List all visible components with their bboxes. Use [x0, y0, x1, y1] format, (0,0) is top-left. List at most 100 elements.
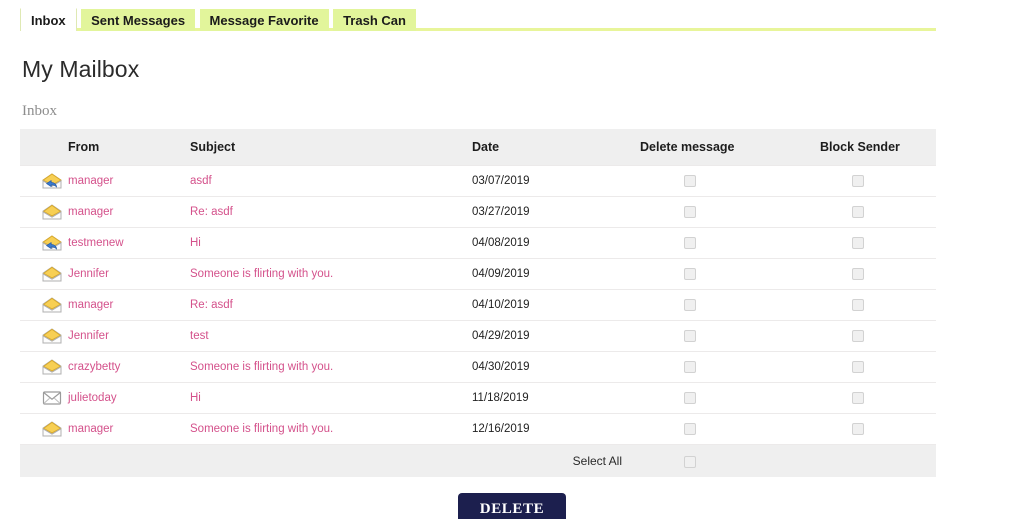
message-subject-cell: Re: asdf: [190, 196, 472, 228]
message-date-cell: 03/27/2019: [472, 196, 640, 228]
subject-link[interactable]: test: [190, 330, 209, 342]
table-row: manager asdf 03/07/2019: [20, 165, 936, 197]
delete-message-cell: [640, 351, 820, 383]
message-subject-cell: Someone is flirting with you.: [190, 258, 472, 290]
tab-inbox[interactable]: Inbox: [20, 8, 77, 31]
sender-link[interactable]: julietoday: [68, 392, 117, 404]
block-sender-cell: [820, 413, 936, 445]
message-date-cell: 04/09/2019: [472, 258, 640, 290]
message-from-cell: manager: [68, 289, 190, 321]
select-all-empty-cell: [820, 444, 936, 477]
sender-link[interactable]: manager: [68, 206, 113, 218]
message-from-cell: Jennifer: [68, 258, 190, 290]
message-subject-cell: Re: asdf: [190, 289, 472, 321]
delete-button[interactable]: DELETE: [457, 493, 567, 519]
block-sender-checkbox[interactable]: [852, 267, 864, 280]
message-date-cell: 04/29/2019: [472, 320, 640, 352]
message-status-cell: [20, 165, 68, 197]
delete-message-cell: [640, 258, 820, 290]
block-sender-checkbox[interactable]: [852, 422, 864, 435]
action-row: DELETE: [0, 493, 1024, 519]
subject-link[interactable]: Someone is flirting with you.: [190, 423, 333, 435]
table-body: manager asdf 03/07/2019 manager Re: asdf 03/2…: [20, 165, 936, 445]
table-header-row: From Subject Date Delete message Block S…: [20, 129, 936, 166]
message-date-cell: 04/30/2019: [472, 351, 640, 383]
delete-message-checkbox[interactable]: [684, 391, 696, 404]
subject-link[interactable]: Hi: [190, 392, 201, 404]
envelope-open-icon: [42, 328, 62, 344]
table-footer: Select All: [20, 444, 936, 477]
sender-link[interactable]: manager: [68, 299, 113, 311]
delete-message-checkbox[interactable]: [684, 205, 696, 218]
message-subject-cell: Hi: [190, 382, 472, 414]
message-subject-cell: Someone is flirting with you.: [190, 413, 472, 445]
block-sender-cell: [820, 382, 936, 414]
sender-link[interactable]: manager: [68, 175, 113, 187]
subject-link[interactable]: Someone is flirting with you.: [190, 268, 333, 280]
message-status-cell: [20, 258, 68, 290]
table-row: crazybetty Someone is flirting with you. 0…: [20, 351, 936, 383]
envelope-open-icon: [42, 297, 62, 313]
message-date-cell: 11/18/2019: [472, 382, 640, 414]
envelope-open-icon: [42, 266, 62, 282]
table-row: manager Re: asdf 04/10/2019: [20, 289, 936, 321]
sender-link[interactable]: Jennifer: [68, 268, 109, 280]
tab-trash-can[interactable]: Trash Can: [333, 9, 416, 31]
message-subject-cell: asdf: [190, 165, 472, 197]
block-sender-cell: [820, 320, 936, 352]
table-row: manager Someone is flirting with you. 12/1…: [20, 413, 936, 445]
delete-message-checkbox[interactable]: [684, 298, 696, 311]
delete-message-checkbox[interactable]: [684, 174, 696, 187]
message-subject-cell: Hi: [190, 227, 472, 259]
envelope-open-replied-icon: [42, 173, 62, 189]
block-sender-checkbox[interactable]: [852, 329, 864, 342]
select-all-checkbox[interactable]: [684, 455, 696, 468]
block-sender-checkbox[interactable]: [852, 205, 864, 218]
message-date-cell: 03/07/2019: [472, 165, 640, 197]
block-sender-checkbox[interactable]: [852, 391, 864, 404]
block-sender-checkbox[interactable]: [852, 174, 864, 187]
delete-message-cell: [640, 289, 820, 321]
column-header-subject: Subject: [190, 129, 472, 166]
select-all-label: Select All: [20, 444, 640, 477]
message-status-cell: [20, 413, 68, 445]
delete-message-cell: [640, 320, 820, 352]
delete-message-checkbox[interactable]: [684, 360, 696, 373]
message-subject-cell: test: [190, 320, 472, 352]
tab-sent-messages[interactable]: Sent Messages: [81, 9, 196, 31]
delete-message-checkbox[interactable]: [684, 329, 696, 342]
tab-bar: Inbox Sent Messages Message Favorite Tra…: [0, 0, 1024, 34]
subject-link[interactable]: Re: asdf: [190, 299, 233, 311]
column-header-icon: [20, 129, 68, 166]
delete-message-checkbox[interactable]: [684, 267, 696, 280]
column-header-date: Date: [472, 129, 640, 166]
column-header-delete: Delete message: [640, 129, 820, 166]
subject-link[interactable]: Hi: [190, 237, 201, 249]
block-sender-checkbox[interactable]: [852, 360, 864, 373]
tab-message-favorite[interactable]: Message Favorite: [199, 9, 329, 31]
envelope-open-icon: [42, 204, 62, 220]
delete-message-checkbox[interactable]: [684, 236, 696, 249]
table-row: Jennifer test 04/29/2019: [20, 320, 936, 352]
message-status-cell: [20, 382, 68, 414]
select-all-checkbox-cell: [640, 444, 820, 477]
delete-message-cell: [640, 382, 820, 414]
block-sender-cell: [820, 196, 936, 228]
table-row: Jennifer Someone is flirting with you. 04/…: [20, 258, 936, 290]
sender-link[interactable]: Jennifer: [68, 330, 109, 342]
mailbox-table-container: From Subject Date Delete message Block S…: [20, 129, 936, 477]
subject-link[interactable]: asdf: [190, 175, 212, 187]
sender-link[interactable]: crazybetty: [68, 361, 120, 373]
subject-link[interactable]: Someone is flirting with you.: [190, 361, 333, 373]
table-row: julietoday Hi 11/18/2019: [20, 382, 936, 414]
message-status-cell: [20, 289, 68, 321]
message-status-cell: [20, 351, 68, 383]
delete-message-checkbox[interactable]: [684, 422, 696, 435]
block-sender-checkbox[interactable]: [852, 298, 864, 311]
block-sender-checkbox[interactable]: [852, 236, 864, 249]
sender-link[interactable]: testmenew: [68, 237, 124, 249]
delete-message-cell: [640, 413, 820, 445]
message-from-cell: crazybetty: [68, 351, 190, 383]
sender-link[interactable]: manager: [68, 423, 113, 435]
subject-link[interactable]: Re: asdf: [190, 206, 233, 218]
